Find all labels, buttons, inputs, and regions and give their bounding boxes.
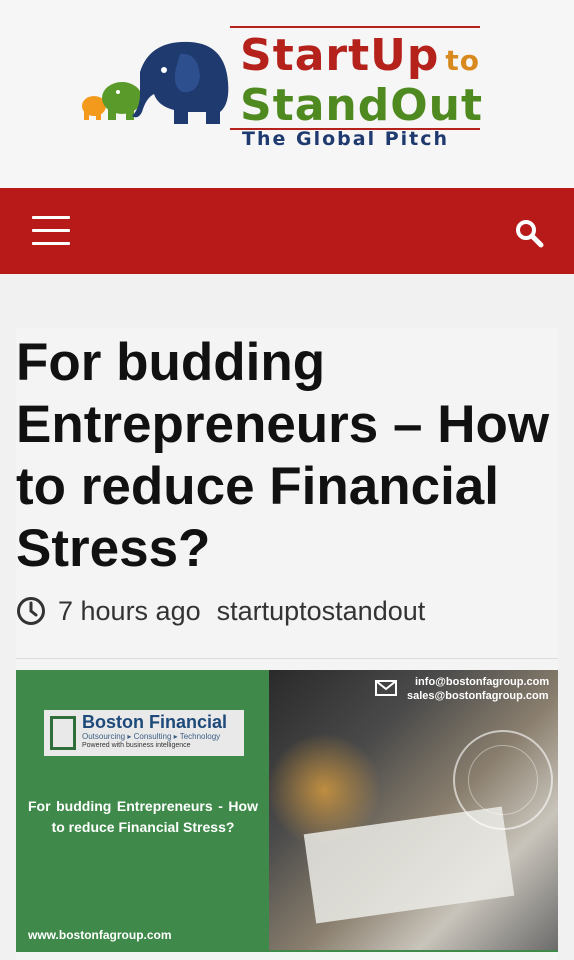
article-card: For budding Entrepreneurs – How to reduc… bbox=[16, 328, 558, 960]
site-logo[interactable]: StartUp to StandOut The Global Pitch bbox=[80, 24, 500, 174]
boston-financial-logo: Boston Financial Outsourcing ▸ Consultin… bbox=[44, 710, 244, 756]
image-green-panel: Boston Financial Outsourcing ▸ Consultin… bbox=[16, 670, 269, 952]
clock-icon bbox=[17, 597, 45, 625]
post-author[interactable]: startuptostandout bbox=[217, 596, 426, 627]
site-header: StartUp to StandOut The Global Pitch bbox=[0, 0, 574, 188]
photo-hologram-ring-inner bbox=[468, 745, 538, 815]
image-email-sales: sales@bostonfagroup.com bbox=[407, 690, 549, 702]
elephant-logo-icon bbox=[82, 41, 229, 124]
post-time[interactable]: 7 hours ago bbox=[58, 596, 201, 627]
meta-divider bbox=[16, 658, 558, 659]
brand-rule-top bbox=[230, 26, 480, 28]
image-bottom-strip bbox=[16, 950, 558, 952]
image-website: www.bostonfagroup.com bbox=[28, 928, 172, 942]
bf-subtagline: Powered with business intelligence bbox=[82, 742, 191, 749]
brand-title-line2: StandOut bbox=[240, 80, 483, 131]
main-navbar bbox=[0, 188, 574, 274]
search-icon[interactable] bbox=[514, 218, 544, 248]
brand-tagline: The Global Pitch bbox=[242, 128, 450, 150]
image-heading: For budding Entrepreneurs - How to reduc… bbox=[28, 798, 258, 835]
article-meta: 7 hours ago startuptostandout bbox=[16, 594, 425, 628]
featured-image[interactable]: Boston Financial Outsourcing ▸ Consultin… bbox=[16, 670, 558, 952]
bf-logo-mark-icon bbox=[50, 716, 76, 750]
article-title[interactable]: For budding Entrepreneurs – How to reduc… bbox=[16, 332, 556, 580]
bf-brand-name: Boston Financial bbox=[82, 712, 228, 732]
mail-icon bbox=[375, 680, 397, 696]
hamburger-menu-icon[interactable] bbox=[32, 216, 70, 246]
bf-tagline: Outsourcing ▸ Consulting ▸ Technology bbox=[82, 732, 221, 741]
image-email-info: info@bostonfagroup.com bbox=[415, 676, 550, 688]
brand-title-line1: StartUp to bbox=[240, 30, 480, 81]
image-photo-panel: info@bostonfagroup.com sales@bostonfagro… bbox=[269, 670, 558, 952]
